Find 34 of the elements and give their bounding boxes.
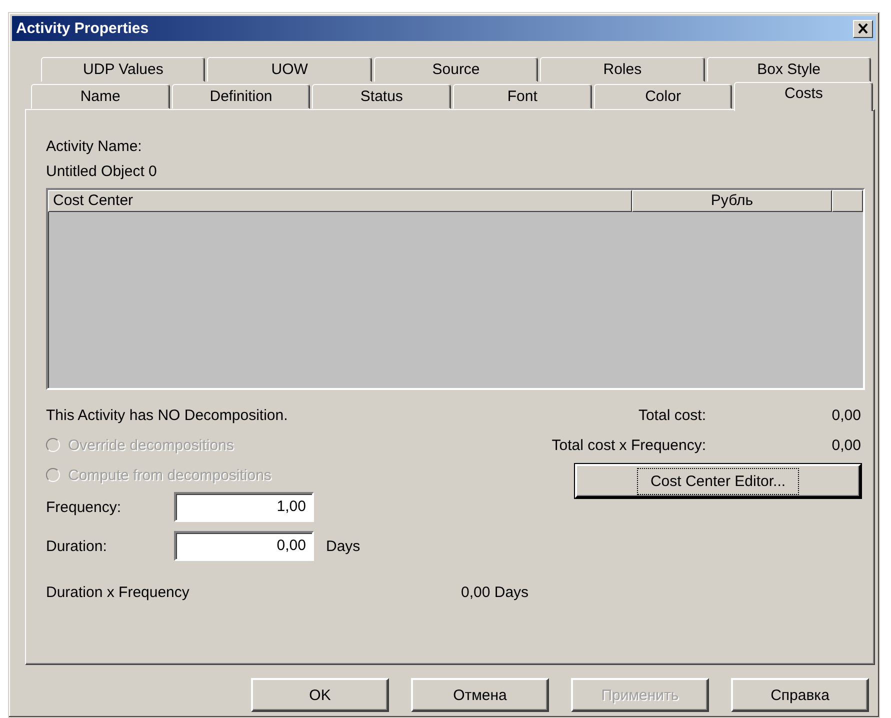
activity-name: Untitled Object 0	[46, 163, 157, 180]
column-header[interactable]: Cost Center	[48, 190, 632, 212]
close-icon[interactable]	[853, 20, 873, 38]
field-value: 0,00 Days	[461, 584, 529, 600]
field-label: Duration x Frequency	[46, 584, 190, 600]
field-label: Activity Name:	[46, 138, 142, 155]
tab[interactable]: Status	[312, 84, 452, 109]
column-header[interactable]: Рубль	[632, 190, 832, 212]
decomposition-note: This Activity has NO Decomposition.	[46, 406, 288, 424]
input-field[interactable]: 1,00	[174, 492, 314, 522]
tab[interactable]: Definition	[172, 84, 310, 109]
tab[interactable]: Name	[31, 84, 170, 109]
tab[interactable]: Costs	[734, 82, 874, 111]
tab[interactable]: Source	[374, 57, 538, 82]
tab[interactable]: UDP Values	[41, 57, 206, 82]
field-label: Duration:	[46, 538, 107, 554]
column-header[interactable]	[832, 190, 863, 212]
total-label: Total cost x Frequency:	[552, 436, 706, 454]
total-value: 0,00	[832, 406, 861, 424]
tab[interactable]: Font	[453, 84, 592, 109]
window-title: Activity Properties	[16, 20, 149, 37]
tab[interactable]: UOW	[207, 57, 372, 82]
dialog-button[interactable]: Справка	[731, 678, 869, 712]
field-label: Frequency:	[46, 498, 122, 516]
dialog-button[interactable]: OK	[251, 678, 389, 712]
tab[interactable]: Roles	[540, 57, 705, 82]
cost-center-editor-button[interactable]: Cost Center Editor...	[575, 464, 861, 498]
total-value: 0,00	[832, 436, 861, 454]
tab[interactable]: Color	[594, 84, 732, 109]
tab[interactable]: Box Style	[706, 57, 872, 82]
dialog-button[interactable]: Отмена	[411, 678, 549, 712]
total-label: Total cost:	[638, 406, 706, 424]
unit-label: Days	[326, 538, 360, 554]
input-field[interactable]: 0,00	[174, 531, 314, 561]
